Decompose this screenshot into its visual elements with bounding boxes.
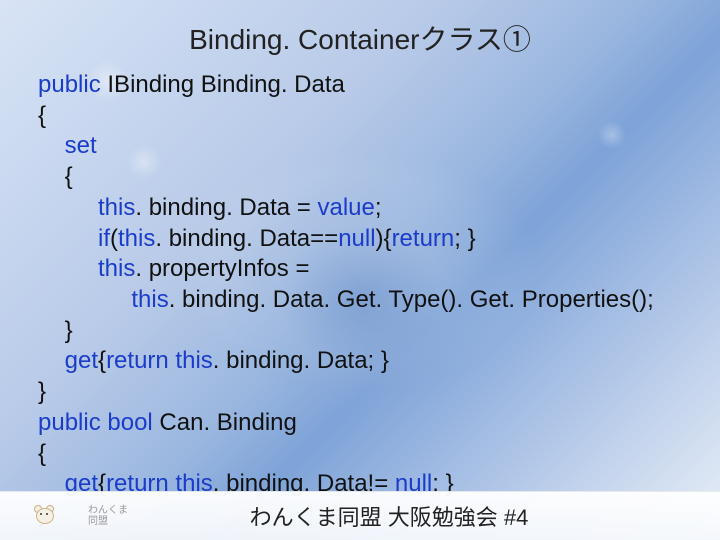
code-text: ; [375,194,382,221]
code-text: Can. Binding [153,409,297,436]
kw-get: get [38,347,98,374]
code-text: . propertyInfos = [135,255,309,282]
code-text: ( [110,225,118,252]
code-text: . binding. Data== [155,225,338,252]
kw-null: null [338,225,375,252]
kw-return: return [392,225,455,252]
code-text: ; } [454,225,475,252]
bear-icon [34,506,54,524]
logo-text-line2: 同盟 [88,516,108,527]
logo-text-line1: わんくま [88,505,128,516]
code-text: . binding. Data. Get. Type(). Get. Prope… [169,286,654,313]
code-text: } [38,378,46,405]
kw-this: this [38,286,169,313]
kw-value: value [317,194,374,221]
kw-if: if [38,225,110,252]
code-text: { [38,163,73,190]
kw-return: return [106,347,169,374]
footer: わんくま 同盟 わんくま同盟 大阪勉強会 #4 [0,491,720,540]
kw-public: public [38,409,101,436]
kw-this: this [118,225,155,252]
code-text: . binding. Data = [135,194,317,221]
code-text: . binding. Data; } [213,347,389,374]
code-text: } [38,317,73,344]
kw-bool: bool [101,409,153,436]
footer-text: わんくま同盟 大阪勉強会 #4 [128,500,720,532]
code-text: { [38,102,46,129]
code-text: IBinding Binding. Data [101,71,345,98]
code-text: { [98,347,106,374]
kw-public: public [38,71,101,98]
code-text: ){ [376,225,392,252]
footer-logo-text: わんくま 同盟 [88,505,128,527]
kw-this: this [38,194,135,221]
kw-this: this [38,255,135,282]
slide-title: Binding. Containerクラス① [0,0,720,70]
code-text: { [38,440,46,467]
footer-logo [30,498,80,534]
kw-this: this [169,347,213,374]
code-block: public IBinding Binding. Data { set { th… [38,70,690,531]
kw-set: set [38,132,97,159]
